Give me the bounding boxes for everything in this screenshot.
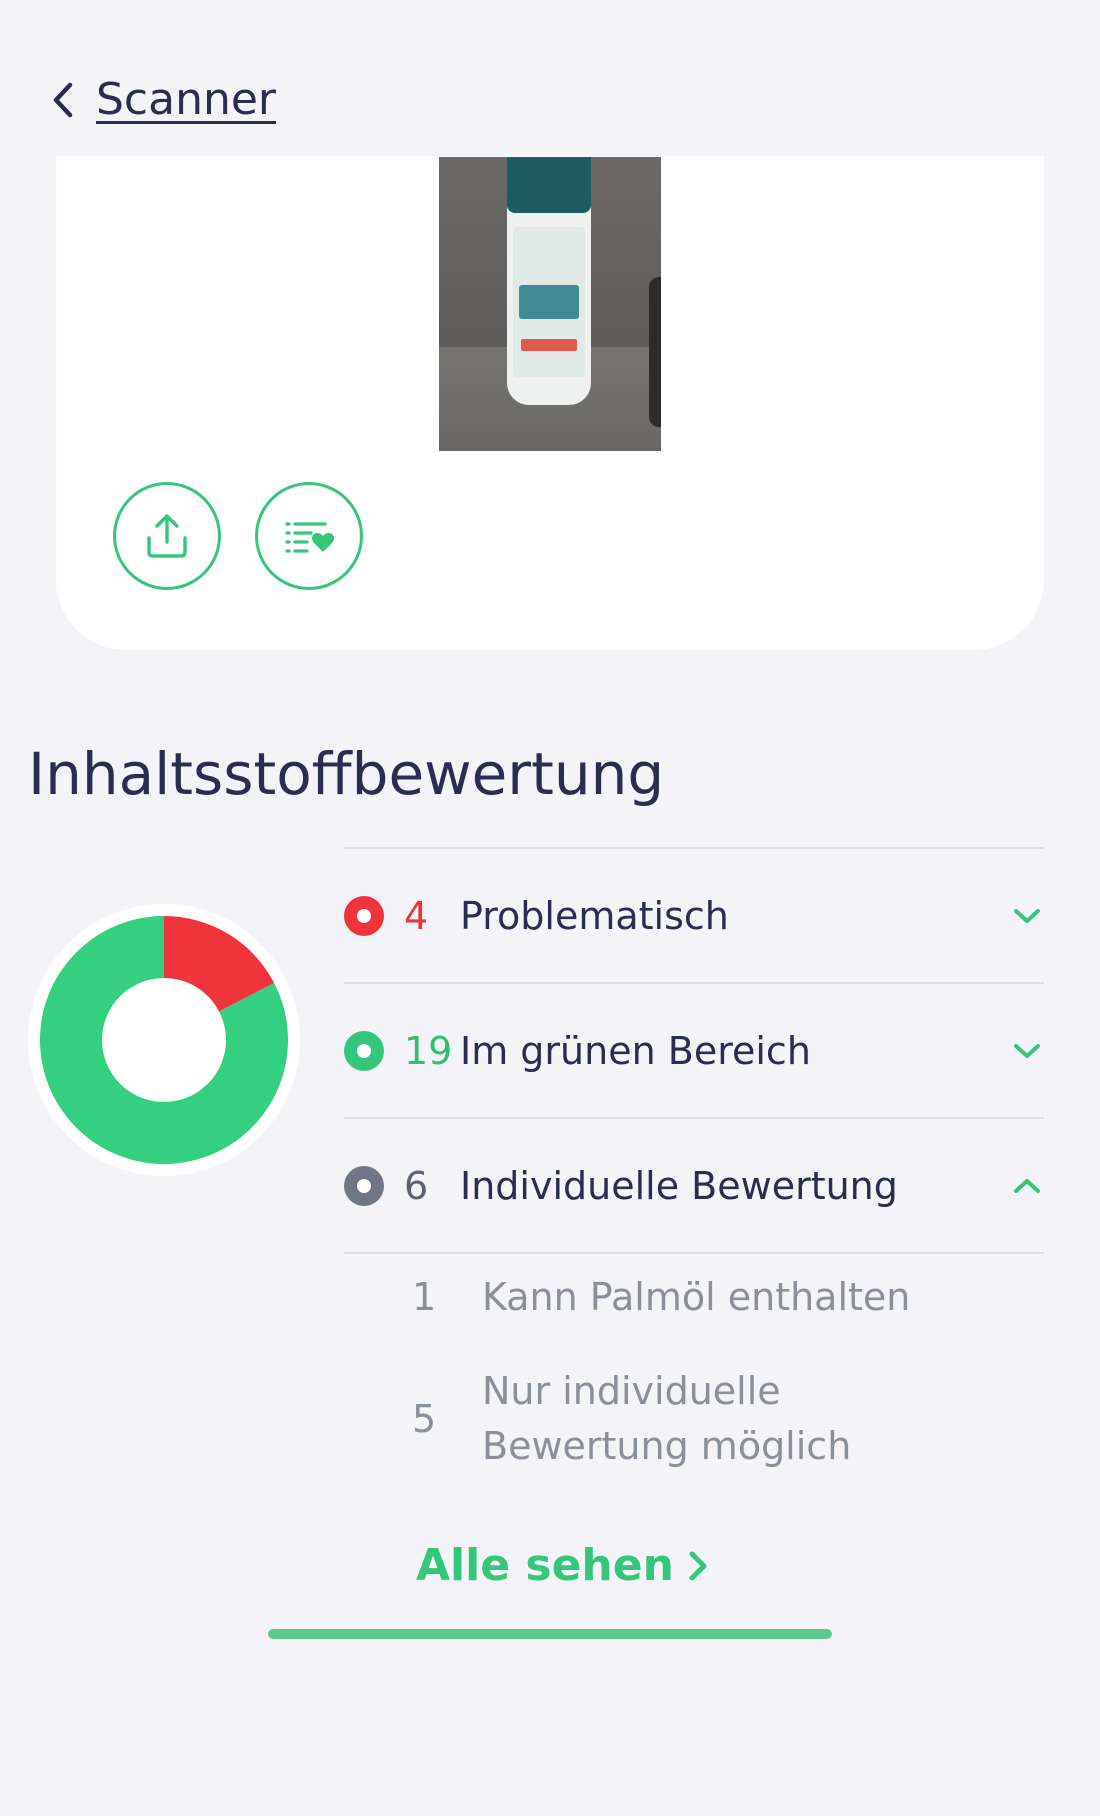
chevron-right-icon <box>689 1551 707 1580</box>
gray-status-icon <box>344 1165 384 1206</box>
chevron-left-icon <box>53 82 73 117</box>
rating-label: Individuelle Bewertung <box>460 1163 898 1208</box>
chevron-down-icon <box>1014 1043 1040 1058</box>
red-status-icon <box>344 895 384 936</box>
see-all-link[interactable]: Alle sehen <box>416 1540 710 1591</box>
sub-item-label: Nur individuelle Bewertung möglich <box>482 1369 852 1468</box>
rating-count: 19 <box>404 1028 453 1073</box>
section-title: Inhaltsstoffbewertung <box>28 740 665 808</box>
share-button[interactable] <box>113 482 221 590</box>
ratings-list: 4 Problematisch 19 Im grünen Bereich 6 I… <box>344 847 1044 1480</box>
rating-row-individuell[interactable]: 6 Individuelle Bewertung <box>344 1119 1044 1252</box>
chevron-down-icon <box>1014 908 1040 923</box>
green-status-icon <box>344 1030 384 1071</box>
rating-count: 4 <box>404 893 429 938</box>
favorites-list-button[interactable] <box>255 482 363 590</box>
sub-item-count: 1 <box>412 1275 437 1319</box>
back-button[interactable]: Scanner <box>46 74 276 125</box>
back-label: Scanner <box>96 74 277 125</box>
see-all-label: Alle sehen <box>416 1540 674 1591</box>
rating-count: 6 <box>404 1163 429 1208</box>
scroll-indicator <box>268 1629 832 1639</box>
sub-item-label: Kann Palmöl enthalten <box>482 1274 911 1319</box>
list-heart-icon <box>285 522 334 553</box>
chevron-up-icon <box>1014 1178 1040 1193</box>
sub-item: 1 Kann Palmöl enthalten <box>344 1254 1044 1340</box>
share-upload-icon <box>147 514 187 558</box>
sub-item-count: 5 <box>412 1397 437 1441</box>
sub-item: 5 Nur individuelle Bewertung möglich <box>344 1358 1044 1480</box>
rating-label: Im grünen Bereich <box>460 1028 811 1073</box>
rating-row-gruen[interactable]: 19 Im grünen Bereich <box>344 984 1044 1117</box>
header: Scanner <box>0 0 1100 156</box>
rating-row-problematisch[interactable]: 4 Problematisch <box>344 849 1044 982</box>
product-image[interactable] <box>439 157 661 451</box>
rating-label: Problematisch <box>460 893 729 938</box>
rating-donut-chart <box>28 904 300 1176</box>
